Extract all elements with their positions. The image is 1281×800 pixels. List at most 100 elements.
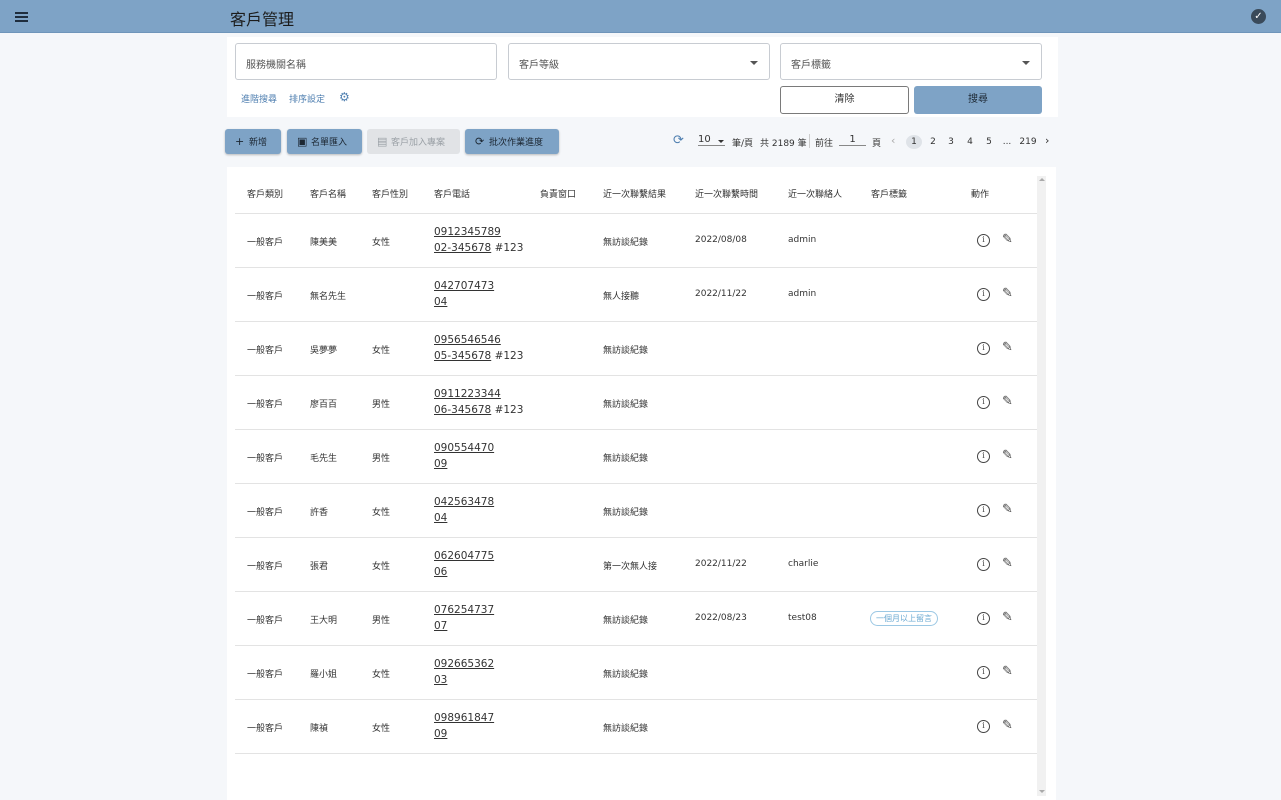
last-contact-result: 無訪談紀錄 (603, 670, 649, 680)
info-icon[interactable]: i (977, 666, 990, 679)
phone-secondary: 09 (434, 726, 494, 742)
customer-phone: 092665362 03 (434, 656, 494, 688)
phone-link[interactable]: 0956546546 (434, 332, 523, 348)
customer-gender: 女性 (372, 346, 391, 356)
column-header: 近一次聯絡人 (788, 190, 843, 200)
refresh-icon[interactable]: ⟳ (673, 134, 684, 148)
info-icon[interactable]: i (977, 504, 990, 517)
page-last[interactable]: 219 (1018, 135, 1038, 149)
page-3[interactable]: 3 (943, 135, 959, 149)
page-ellipsis[interactable]: ... (999, 135, 1015, 149)
customer-phone: 042563478 04 (434, 494, 494, 526)
phone2-link[interactable]: 09 (434, 458, 447, 470)
info-icon[interactable]: i (977, 558, 990, 571)
phone-secondary: 05-345678 #123 (434, 348, 523, 364)
phone-link[interactable]: 062604775 (434, 548, 494, 564)
table-row: 一般客戶 羅小姐 女性 092665362 03 無訪談紀錄 i ✎ (235, 646, 1037, 700)
info-icon[interactable]: i (977, 396, 990, 409)
page-4[interactable]: 4 (962, 135, 978, 149)
customer-phone: 076254737 07 (434, 602, 494, 634)
agency-name-placeholder: 服務機關名稱 (246, 60, 306, 71)
phone2-link[interactable]: 04 (434, 296, 447, 308)
customer-name: 陳禎 (310, 724, 329, 734)
edit-icon[interactable]: ✎ (1002, 286, 1013, 301)
customer-category: 一般客戶 (247, 292, 284, 302)
phone-link[interactable]: 042563478 (434, 494, 494, 510)
last-contact-person: admin (788, 235, 817, 245)
last-contact-time: 2022/11/22 (695, 559, 747, 569)
agency-name-input[interactable]: 服務機關名稱 (235, 43, 497, 80)
sort-settings-link[interactable]: 排序設定 (289, 92, 325, 105)
menu-icon[interactable] (15, 12, 28, 22)
customer-category: 一般客戶 (247, 238, 284, 248)
info-icon[interactable]: i (977, 342, 990, 355)
phone-link[interactable]: 042707473 (434, 278, 494, 294)
edit-icon[interactable]: ✎ (1002, 448, 1013, 463)
last-contact-result: 無訪談紀錄 (603, 454, 649, 464)
phone-secondary: 03 (434, 672, 494, 688)
last-contact-result: 無訪談紀錄 (603, 616, 649, 626)
phone-secondary: 04 (434, 294, 494, 310)
page-size-select[interactable]: 10 (698, 134, 725, 146)
customer-tag-select[interactable]: 客戶標籤 (780, 43, 1042, 80)
phone2-link[interactable]: 05-345678 (434, 350, 491, 362)
column-header: 動作 (971, 190, 990, 200)
edit-icon[interactable]: ✎ (1002, 340, 1013, 355)
edit-icon[interactable]: ✎ (1002, 610, 1013, 625)
next-page-icon[interactable]: › (1045, 134, 1049, 147)
scroll-up-icon[interactable] (1039, 178, 1045, 181)
scroll-down-icon[interactable] (1039, 790, 1045, 793)
advanced-search-link[interactable]: 進階搜尋 (241, 92, 277, 105)
phone2-link[interactable]: 02-345678 (434, 242, 491, 254)
customer-phone: 042707473 04 (434, 278, 494, 310)
table-row: 一般客戶 廖百百 男性 0911223344 06-345678 #123 無訪… (235, 376, 1037, 430)
phone-secondary: 09 (434, 456, 494, 472)
phone-secondary: 04 (434, 510, 494, 526)
dropdown-caret-icon (1022, 61, 1030, 65)
column-header: 負責窗口 (540, 190, 577, 200)
edit-icon[interactable]: ✎ (1002, 718, 1013, 733)
goto-page-input[interactable]: 1 (839, 134, 866, 146)
clear-button[interactable]: 清除 (780, 86, 909, 114)
info-icon[interactable]: i (977, 288, 990, 301)
info-icon[interactable]: i (977, 720, 990, 733)
phone2-link[interactable]: 09 (434, 728, 447, 740)
info-icon[interactable]: i (977, 612, 990, 625)
scrollbar[interactable] (1037, 176, 1046, 796)
per-page-text: 筆/頁 (732, 139, 754, 149)
edit-icon[interactable]: ✎ (1002, 502, 1013, 517)
phone2-link[interactable]: 06-345678 (434, 404, 491, 416)
phone2-link[interactable]: 04 (434, 512, 447, 524)
customer-gender: 女性 (372, 670, 391, 680)
gear-icon[interactable]: ⚙ (339, 91, 351, 103)
info-icon[interactable]: i (977, 450, 990, 463)
phone-link[interactable]: 0912345789 (434, 224, 523, 240)
phone2-link[interactable]: 07 (434, 620, 447, 632)
page-5[interactable]: 5 (981, 135, 997, 149)
phone2-link[interactable]: 06 (434, 566, 447, 578)
prev-page-icon[interactable]: ‹ (891, 134, 895, 147)
phone2-link[interactable]: 03 (434, 674, 447, 686)
customer-level-select[interactable]: 客戶等級 (508, 43, 770, 80)
edit-icon[interactable]: ✎ (1002, 664, 1013, 679)
customer-tag-badge: 一個月以上留言 (870, 611, 938, 626)
phone-link[interactable]: 090554470 (434, 440, 494, 456)
edit-icon[interactable]: ✎ (1002, 556, 1013, 571)
column-header: 客戶類別 (247, 190, 284, 200)
customer-category: 一般客戶 (247, 508, 284, 518)
check-circle-icon[interactable]: ✓ (1251, 9, 1266, 24)
search-button[interactable]: 搜尋 (914, 86, 1042, 114)
total-count: 共 2189 筆 (760, 139, 807, 149)
page-2[interactable]: 2 (925, 135, 941, 149)
table-row: 一般客戶 陳美美 女性 0912345789 02-345678 #123 無訪… (235, 214, 1037, 268)
page-1[interactable]: 1 (906, 135, 922, 149)
phone-link[interactable]: 098961847 (434, 710, 494, 726)
edit-icon[interactable]: ✎ (1002, 394, 1013, 409)
phone-link[interactable]: 092665362 (434, 656, 494, 672)
info-icon[interactable]: i (977, 234, 990, 247)
phone-link[interactable]: 0911223344 (434, 386, 523, 402)
customer-phone: 0911223344 06-345678 #123 (434, 386, 523, 418)
edit-icon[interactable]: ✎ (1002, 232, 1013, 247)
phone-link[interactable]: 076254737 (434, 602, 494, 618)
table-row: 一般客戶 許香 女性 042563478 04 無訪談紀錄 i ✎ (235, 484, 1037, 538)
